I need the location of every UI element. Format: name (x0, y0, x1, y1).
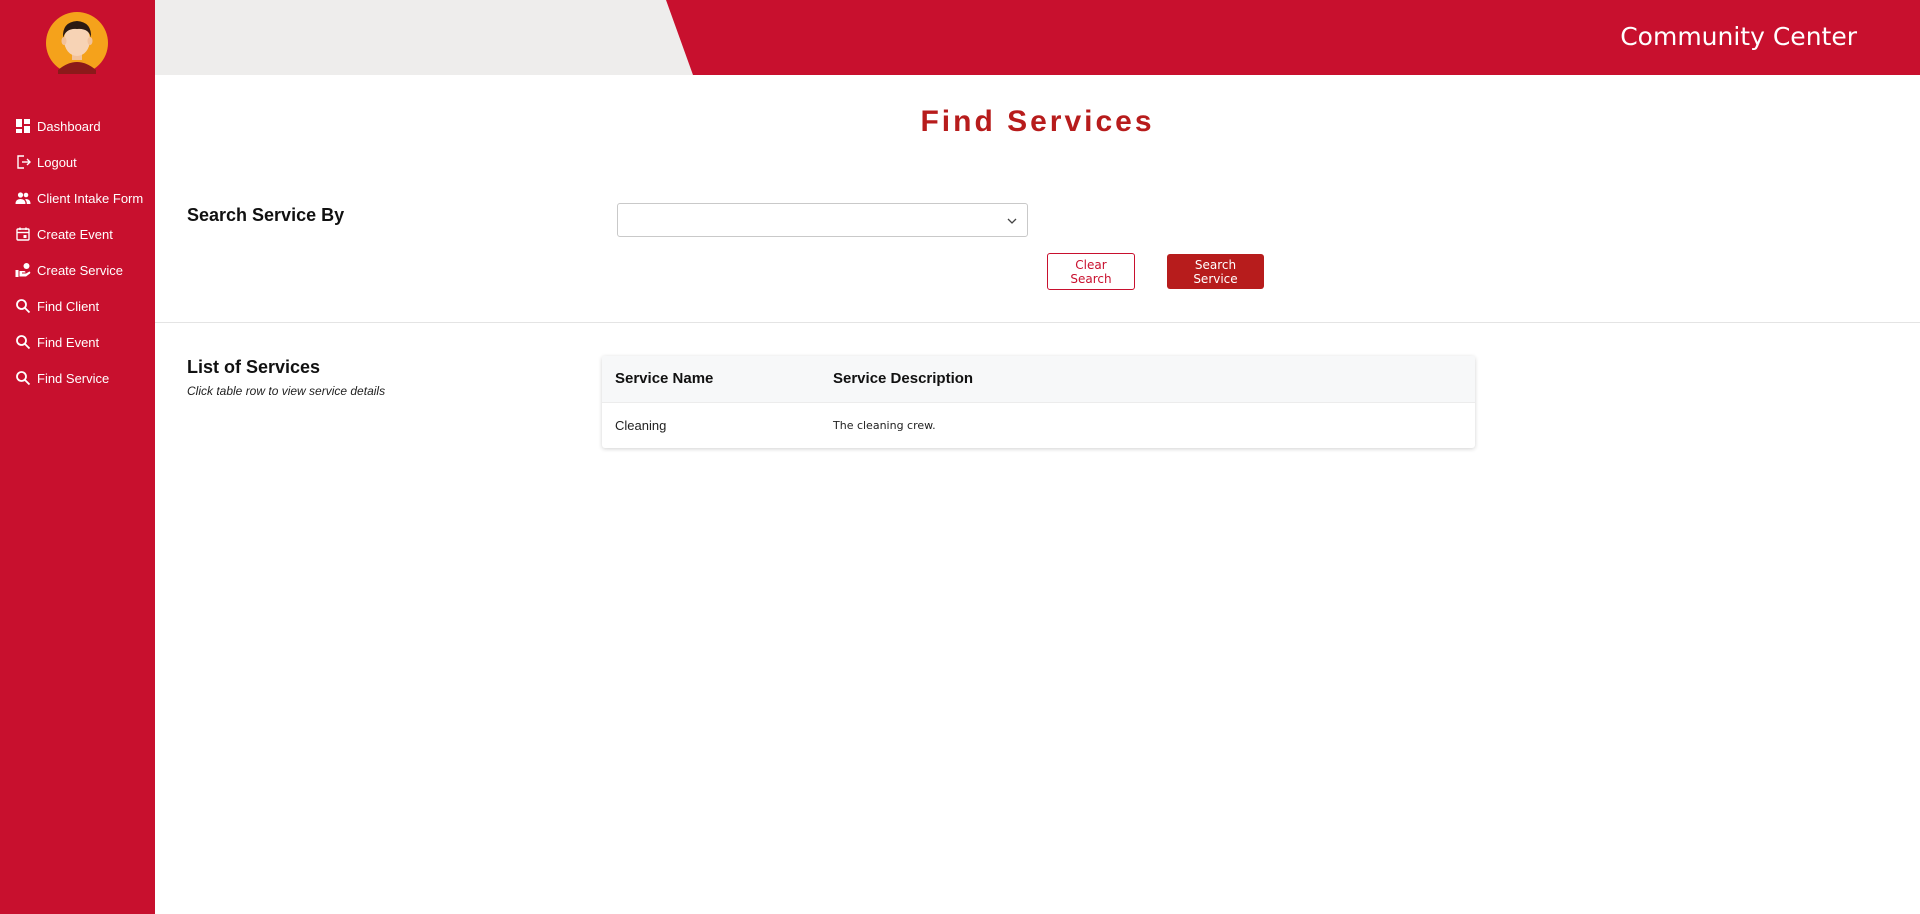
sidebar-item-label: Find Event (37, 334, 100, 350)
sidebar-item-label: Find Client (37, 298, 100, 314)
cell-service-description: The cleaning crew. (820, 401, 1475, 448)
search-icon (16, 299, 31, 314)
sidebar-item-dashboard[interactable]: Dashboard (0, 108, 155, 144)
services-table: Service Name Service Description Cleanin… (602, 356, 1475, 448)
search-icon (16, 335, 31, 350)
sidebar-item-label: Create Service (37, 262, 123, 278)
top-header: Community Center (155, 0, 1920, 75)
services-table-card: Service Name Service Description Cleanin… (602, 356, 1475, 448)
user-avatar-icon[interactable] (46, 12, 108, 74)
dashboard-icon (16, 119, 30, 133)
sidebar-item-label: Create Event (37, 226, 113, 242)
sidebar-nav: Dashboard Logout Client Intake Form Crea… (0, 108, 155, 396)
people-icon (15, 192, 31, 204)
sidebar-item-find-client[interactable]: Find Client (0, 288, 155, 324)
table-row[interactable]: Cleaning The cleaning crew. (602, 401, 1475, 448)
sidebar-item-label: Logout (37, 154, 77, 170)
calendar-icon (16, 227, 30, 241)
clear-search-button[interactable]: Clear Search (1047, 253, 1135, 290)
sidebar-item-label: Client Intake Form (37, 190, 144, 206)
list-title: List of Services (187, 357, 321, 377)
app-title: Community Center (1620, 22, 1857, 51)
sidebar-item-client-intake-form[interactable]: Client Intake Form (0, 180, 155, 216)
search-by-select[interactable] (617, 203, 1028, 237)
search-icon (16, 371, 31, 386)
sidebar-item-find-event[interactable]: Find Event (0, 324, 155, 360)
list-hint: Click table row to view service details (187, 384, 386, 398)
sidebar: Dashboard Logout Client Intake Form Crea… (0, 0, 155, 914)
logout-icon (17, 155, 31, 169)
page-title: Find Services (920, 105, 1155, 138)
sidebar-item-label: Dashboard (37, 118, 101, 134)
table-header-row: Service Name Service Description (602, 356, 1475, 402)
sidebar-item-logout[interactable]: Logout (0, 144, 155, 180)
column-header-service-description[interactable]: Service Description (820, 356, 1475, 402)
sidebar-item-find-service[interactable]: Find Service (0, 360, 155, 396)
service-hand-icon (15, 263, 31, 277)
column-header-service-name[interactable]: Service Name (602, 356, 820, 402)
search-by-label: Search Service By (187, 205, 345, 225)
main-content: Find Services Search Service By Clear Se… (155, 75, 1920, 914)
sidebar-item-create-event[interactable]: Create Event (0, 216, 155, 252)
section-divider (155, 322, 1920, 323)
cell-service-name: Cleaning (602, 401, 820, 448)
sidebar-item-label: Find Service (37, 370, 110, 386)
chevron-down-icon (1007, 218, 1017, 224)
sidebar-item-create-service[interactable]: Create Service (0, 252, 155, 288)
search-service-button[interactable]: Search Service (1167, 254, 1264, 289)
